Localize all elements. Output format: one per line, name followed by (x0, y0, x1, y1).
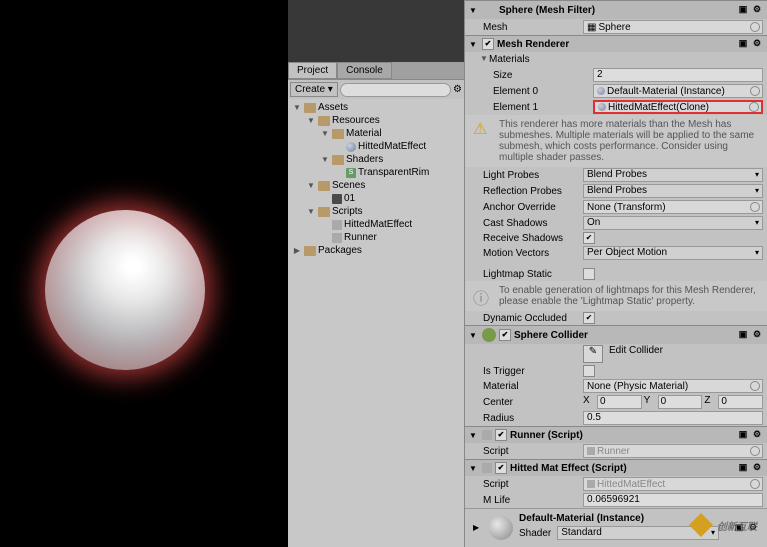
tree-script-runner[interactable]: Runner (288, 231, 464, 244)
collider-material-field[interactable]: None (Physic Material) (583, 379, 763, 393)
tree-shaders[interactable]: ▼Shaders (288, 153, 464, 166)
help-icon[interactable]: ▣ (737, 38, 749, 50)
size-label: Size (493, 70, 593, 81)
motion-label: Motion Vectors (483, 248, 583, 259)
radius-label: Radius (483, 413, 583, 424)
materials-label[interactable]: Materials (489, 54, 530, 65)
reflection-probes-dropdown[interactable]: Blend Probes (583, 184, 763, 198)
tree-transparent-rim[interactable]: STransparentRim (288, 166, 464, 179)
warning-icon: ⚠ (473, 119, 493, 139)
search-icon[interactable]: ⚙ (453, 84, 462, 95)
center-x[interactable]: 0 (597, 395, 642, 409)
inspector-panel[interactable]: ▼Sphere (Mesh Filter)▣⚙ Mesh▦ Sphere ▼✔M… (464, 0, 767, 547)
mesh-field[interactable]: ▦ Sphere (583, 20, 763, 34)
anchor-label: Anchor Override (483, 202, 583, 213)
is-trigger-checkbox[interactable] (583, 365, 595, 377)
sphere-collider-header[interactable]: ▼✔Sphere Collider▣⚙ (465, 326, 767, 344)
el1-label: Element 1 (493, 102, 593, 113)
tree-scripts[interactable]: ▼Scripts (288, 205, 464, 218)
edit-collider-button[interactable]: ✎ (583, 345, 603, 363)
gear-icon[interactable]: ⚙ (751, 4, 763, 16)
runner-header[interactable]: ▼✔Runner (Script)▣⚙ (465, 427, 767, 443)
tree-script-hitted[interactable]: HittedMatEffect (288, 218, 464, 231)
motion-dropdown[interactable]: Per Object Motion (583, 246, 763, 260)
help-icon[interactable]: ▣ (737, 429, 749, 441)
help-icon[interactable]: ▣ (737, 329, 749, 341)
collider-material-label: Material (483, 381, 583, 392)
center-z[interactable]: 0 (718, 395, 763, 409)
tree-scene-01[interactable]: 01 (288, 192, 464, 205)
mesh-renderer-header[interactable]: ▼✔Mesh Renderer▣⚙ (465, 36, 767, 52)
help-icon[interactable]: ▣ (737, 462, 749, 474)
project-tree[interactable]: ▼Assets ▼Resources ▼Material HittedMatEf… (288, 99, 464, 547)
hitted-script-field[interactable]: HittedMatEffect (583, 477, 763, 491)
mlife-field[interactable]: 0.06596921 (583, 493, 763, 507)
info-icon: ⓘ (473, 285, 493, 305)
project-search[interactable] (340, 83, 451, 97)
runner-script-field[interactable]: Runner (583, 444, 763, 458)
anchor-field[interactable]: None (Transform) (583, 200, 763, 214)
tab-project[interactable]: Project (288, 62, 337, 79)
hitted-script-label: Script (483, 479, 583, 490)
dynamic-checkbox[interactable]: ✔ (583, 312, 595, 324)
gear-icon[interactable]: ⚙ (751, 429, 763, 441)
center-y[interactable]: 0 (658, 395, 703, 409)
project-panel: Project Console Create ▾ ⚙ ▼Assets ▼Reso… (288, 0, 464, 547)
help-icon[interactable]: ▣ (737, 4, 749, 16)
gear-icon[interactable]: ⚙ (751, 329, 763, 341)
light-probes-dropdown[interactable]: Blend Probes (583, 168, 763, 182)
lightmap-info: ⓘTo enable generation of lightmaps for t… (465, 281, 767, 311)
materials-warning: ⚠This renderer has more materials than t… (465, 115, 767, 167)
mat1-shader-label: Shader (519, 528, 551, 539)
edit-collider-label: Edit Collider (609, 345, 663, 363)
el1-field[interactable]: HittedMatEffect(Clone) (593, 100, 763, 114)
lightmap-label: Lightmap Static (483, 269, 583, 280)
collider-enabled[interactable]: ✔ (499, 329, 511, 341)
lightmap-checkbox[interactable] (583, 268, 595, 280)
tab-console[interactable]: Console (337, 62, 392, 79)
dynamic-label: Dynamic Occluded (483, 313, 583, 324)
tree-scenes[interactable]: ▼Scenes (288, 179, 464, 192)
tree-resources[interactable]: ▼Resources (288, 114, 464, 127)
cast-shadows-label: Cast Shadows (483, 218, 583, 229)
tree-material[interactable]: ▼Material (288, 127, 464, 140)
mlife-label: M Life (483, 495, 583, 506)
sphere-preview (45, 210, 205, 370)
runner-enabled[interactable]: ✔ (495, 429, 507, 441)
runner-script-label: Script (483, 446, 583, 457)
renderer-enabled[interactable]: ✔ (482, 38, 494, 50)
el0-label: Element 0 (493, 86, 593, 97)
hitted-enabled[interactable]: ✔ (495, 462, 507, 474)
tree-hitted-mat[interactable]: HittedMatEffect (288, 140, 464, 153)
hitted-header[interactable]: ▼✔Hitted Mat Effect (Script)▣⚙ (465, 460, 767, 476)
watermark: 创新互联 (689, 513, 757, 537)
receive-shadows-label: Receive Shadows (483, 233, 583, 244)
mesh-filter-header[interactable]: ▼Sphere (Mesh Filter)▣⚙ (465, 1, 767, 19)
size-field[interactable]: 2 (593, 68, 763, 82)
light-probes-label: Light Probes (483, 170, 583, 181)
gear-icon[interactable]: ⚙ (751, 38, 763, 50)
is-trigger-label: Is Trigger (483, 366, 583, 377)
radius-field[interactable]: 0.5 (583, 411, 763, 425)
receive-shadows-checkbox[interactable]: ✔ (583, 232, 595, 244)
mesh-label: Mesh (483, 22, 583, 33)
el0-field[interactable]: Default-Material (Instance) (593, 84, 763, 98)
create-button[interactable]: Create ▾ (290, 82, 338, 97)
gear-icon[interactable]: ⚙ (751, 462, 763, 474)
center-label: Center (483, 397, 583, 408)
scene-viewport[interactable] (0, 0, 288, 547)
tree-assets[interactable]: ▼Assets (288, 101, 464, 114)
tree-packages[interactable]: ▶Packages (288, 244, 464, 257)
material-preview-icon (489, 516, 513, 540)
reflection-probes-label: Reflection Probes (483, 186, 583, 197)
cast-shadows-dropdown[interactable]: On (583, 216, 763, 230)
